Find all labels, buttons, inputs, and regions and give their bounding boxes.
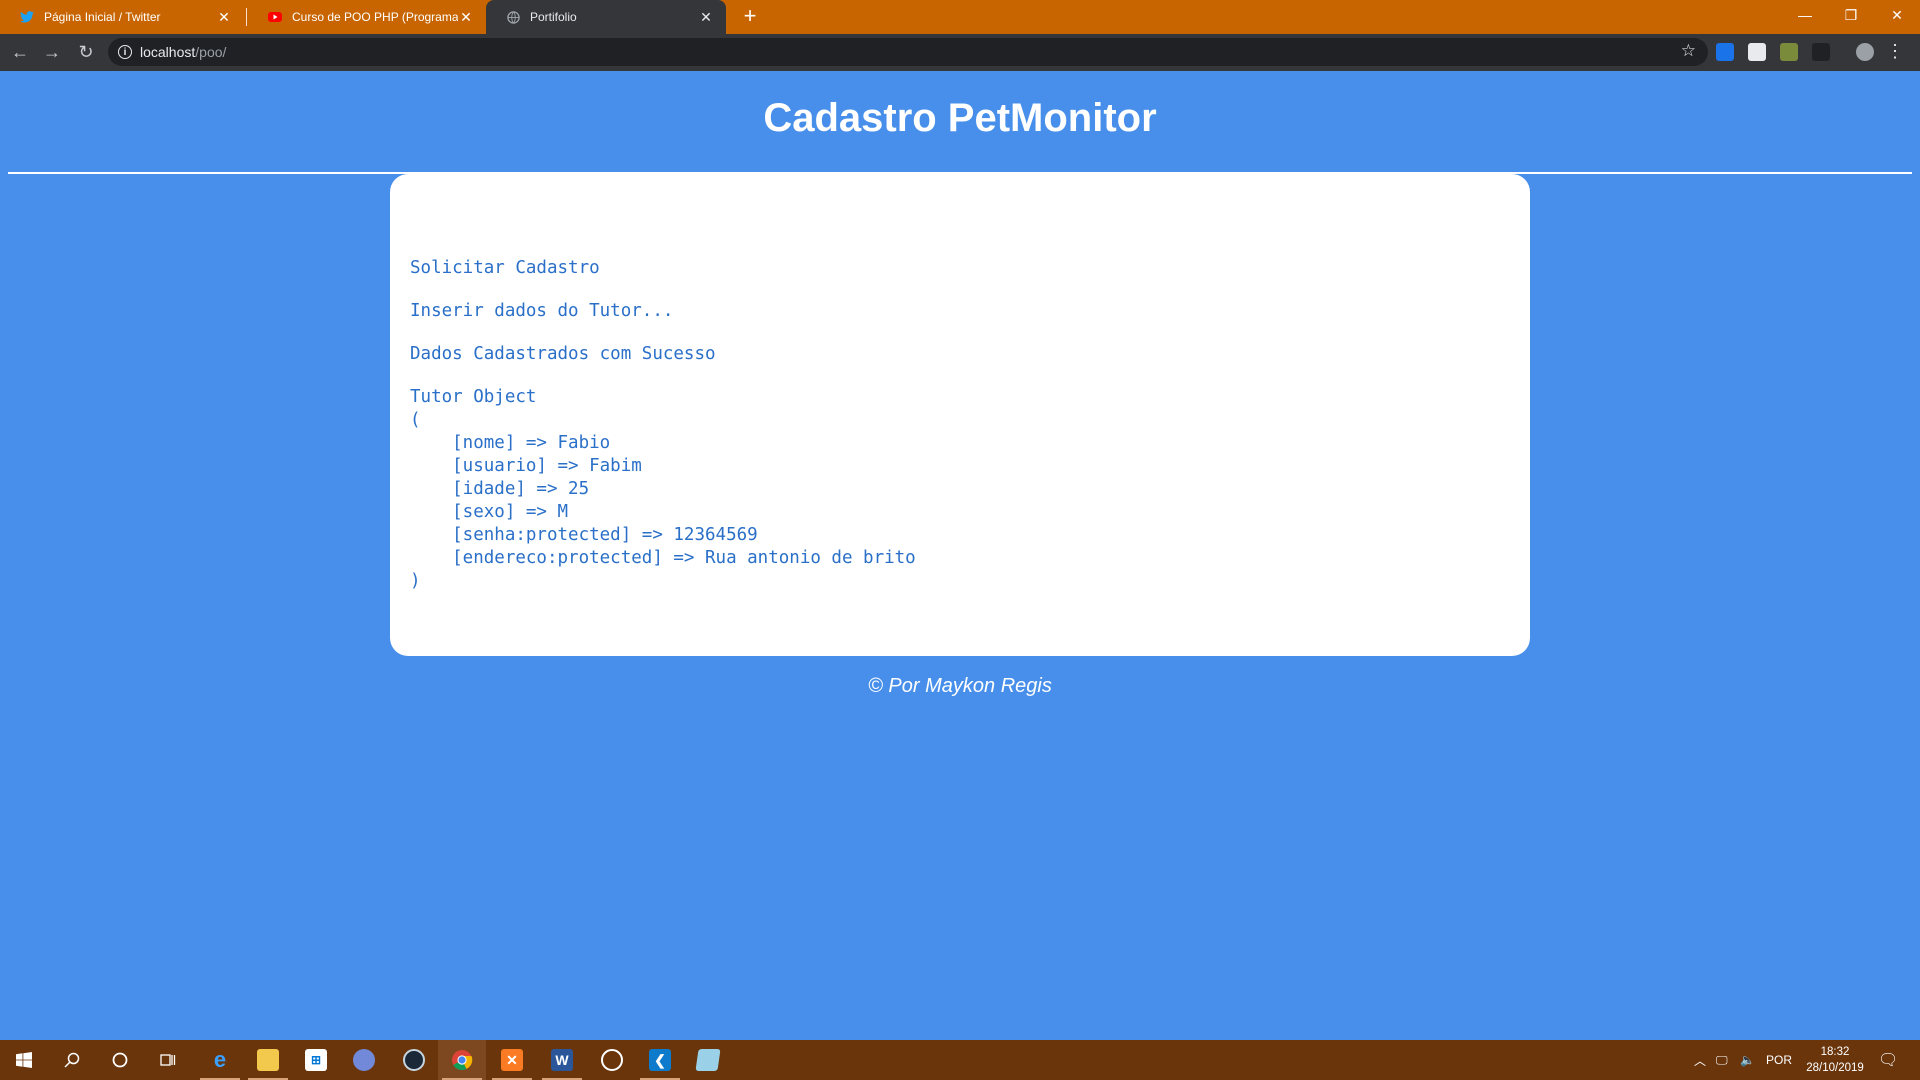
vscode-taskbar-item[interactable]: ❮	[636, 1040, 684, 1080]
cortana-button[interactable]	[96, 1040, 144, 1080]
close-tab-icon[interactable]: ✕	[216, 9, 232, 26]
browser-toolbar: ← → ↻ i localhost/poo/ ☆ ⋮	[0, 34, 1920, 71]
tab-youtube[interactable]: Curso de POO PHP (Programaçã ✕	[248, 0, 486, 34]
obs-icon	[601, 1049, 623, 1071]
notifications-icon[interactable]: 🗨	[1878, 1040, 1898, 1080]
extension-tool-icon[interactable]	[1812, 43, 1830, 61]
discord-taskbar-item[interactable]	[340, 1040, 388, 1080]
bookmark-star-icon[interactable]: ☆	[1681, 41, 1696, 61]
address-bar[interactable]: i localhost/poo/ ☆	[108, 38, 1708, 66]
store-taskbar-item[interactable]: ⊞	[292, 1040, 340, 1080]
store-icon: ⊞	[305, 1049, 327, 1071]
close-window-button[interactable]: ✕	[1874, 0, 1920, 30]
content-card: Solicitar Cadastro Inserir dados do Tuto…	[390, 174, 1530, 656]
clock[interactable]: 18:32 28/10/2019	[1800, 1044, 1870, 1076]
word-icon: W	[551, 1049, 573, 1071]
tab-twitter[interactable]: Página Inicial / Twitter ✕	[0, 0, 244, 34]
folder-icon	[257, 1049, 279, 1071]
edge-taskbar-item[interactable]: e	[196, 1040, 244, 1080]
task-view-button[interactable]	[144, 1040, 192, 1080]
show-hidden-icons-button[interactable]: ︿	[1694, 1040, 1706, 1080]
extension-pocket-icon[interactable]	[1748, 43, 1766, 61]
cortana-icon	[112, 1052, 128, 1068]
chevron-up-icon: ︿	[1694, 1053, 1707, 1068]
youtube-icon	[268, 10, 282, 24]
close-tab-icon[interactable]: ✕	[698, 9, 714, 26]
site-info-icon[interactable]: i	[118, 45, 132, 59]
network-icon[interactable]: 🖵	[1716, 1040, 1728, 1080]
profile-avatar[interactable]	[1856, 43, 1874, 61]
restore-button[interactable]: ❐	[1828, 0, 1874, 30]
solicitar-cadastro-text: Solicitar Cadastro	[410, 258, 600, 278]
xampp-taskbar-item[interactable]: ✕	[488, 1040, 536, 1080]
inserir-dados-text: Inserir dados do Tutor...	[410, 301, 674, 321]
url-path: /poo/	[195, 44, 227, 60]
close-tab-icon[interactable]: ✕	[458, 9, 474, 26]
xampp-icon: ✕	[501, 1049, 523, 1071]
search-icon	[64, 1052, 80, 1068]
extension-translate-icon[interactable]	[1716, 43, 1734, 61]
minimize-button[interactable]: —	[1782, 0, 1828, 30]
obs-taskbar-item[interactable]	[588, 1040, 636, 1080]
back-arrow-icon[interactable]: ←	[8, 40, 32, 64]
chrome-taskbar-item[interactable]	[438, 1040, 486, 1080]
steam-icon	[403, 1049, 425, 1071]
tutor-object-dump: Tutor Object ( [nome] => Fabio [usuario]…	[410, 387, 916, 591]
vscode-icon: ❮	[649, 1049, 671, 1071]
notepad-icon	[695, 1049, 721, 1071]
tab-title: Portifolio	[530, 10, 577, 24]
volume-icon[interactable]: 🔈	[1740, 1040, 1755, 1080]
language-indicator[interactable]: POR	[1766, 1040, 1792, 1080]
extension-pen-icon[interactable]	[1780, 43, 1798, 61]
start-button[interactable]	[0, 1040, 48, 1080]
twitter-icon	[20, 10, 34, 24]
edge-icon: e	[213, 1047, 227, 1072]
globe-icon	[506, 10, 520, 24]
tab-strip: Página Inicial / Twitter ✕ Curso de POO …	[0, 0, 1920, 34]
task-view-icon	[160, 1054, 176, 1066]
chrome-icon	[452, 1050, 473, 1070]
tab-portifolio[interactable]: Portifolio ✕	[486, 0, 726, 34]
tab-divider	[246, 8, 247, 26]
page-title: Cadastro PetMonitor	[763, 96, 1157, 140]
clock-time: 18:32	[1820, 1046, 1850, 1058]
discord-icon	[353, 1049, 375, 1071]
windows-icon	[16, 1052, 32, 1068]
notepad-taskbar-item[interactable]	[684, 1040, 732, 1080]
steam-taskbar-item[interactable]	[390, 1040, 438, 1080]
new-tab-button[interactable]: +	[738, 5, 762, 29]
reload-icon[interactable]: ↻	[74, 40, 98, 64]
search-button[interactable]	[48, 1040, 96, 1080]
url-host: localhost	[140, 44, 196, 60]
more-menu-icon[interactable]: ⋮	[1886, 42, 1904, 60]
tab-title: Página Inicial / Twitter	[44, 10, 161, 24]
word-taskbar-item[interactable]: W	[538, 1040, 586, 1080]
tab-title: Curso de POO PHP (Programaçã	[292, 10, 458, 24]
footer-credit: © Por Maykon Regis	[868, 675, 1052, 697]
clock-date: 28/10/2019	[1806, 1062, 1864, 1074]
taskbar: e ⊞ ✕ W ❮ ︿ 🖵 🔈 POR 18:32 28/10/2019 🗨	[0, 1040, 1920, 1080]
sucesso-text: Dados Cadastrados com Sucesso	[410, 344, 716, 364]
forward-arrow-icon[interactable]: →	[40, 40, 64, 64]
explorer-taskbar-item[interactable]	[244, 1040, 292, 1080]
